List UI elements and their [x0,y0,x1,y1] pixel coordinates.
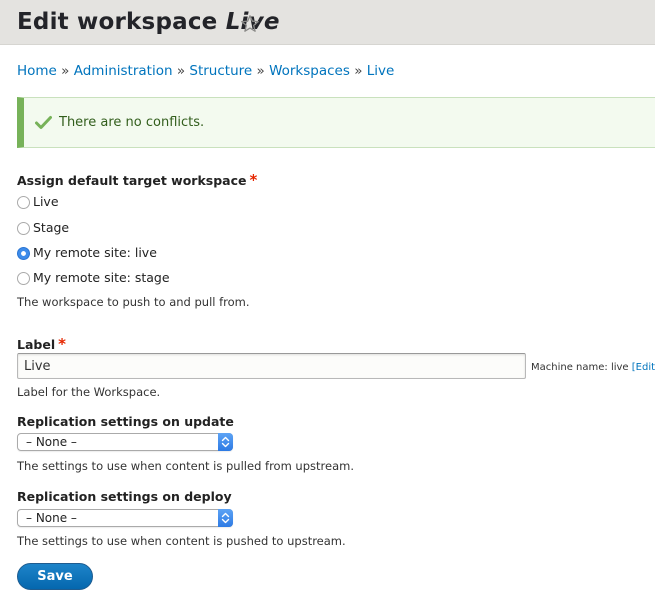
checkmark-icon [35,116,52,129]
radio-button[interactable] [17,222,30,235]
breadcrumb-separator: » [256,63,265,79]
page-title-prefix: Edit workspace [17,9,218,35]
breadcrumb-administration-link[interactable]: Administration [74,63,173,79]
select-value: – None – [26,435,77,449]
page-header: Edit workspace Live [0,0,655,45]
status-message-text: There are no conflicts. [59,115,205,130]
label-field-label-text: Label [17,337,56,352]
radio-label[interactable]: Stage [33,220,69,235]
required-marker: * [58,335,66,353]
machine-name: Machine name: live [Edit] [531,362,655,373]
star-outline-icon[interactable] [240,14,260,34]
breadcrumb-separator: » [61,63,70,79]
radio-button[interactable] [17,196,30,209]
label-input[interactable] [17,353,526,379]
replication-deploy-select[interactable]: – None – [17,509,233,527]
radio-button[interactable] [17,272,30,285]
replication-deploy-description: The settings to use when content is push… [17,534,346,548]
target-workspace-label: Assign default target workspace * [17,171,257,189]
breadcrumb-structure-link[interactable]: Structure [189,63,252,79]
replication-update-select[interactable]: – None – [17,433,233,451]
breadcrumb-live-link[interactable]: Live [367,63,395,79]
radio-label[interactable]: My remote site: live [33,245,157,260]
replication-update-label: Replication settings on update [17,414,234,429]
machine-name-text: Machine name: live [531,362,629,373]
radio-label[interactable]: Live [33,194,59,209]
required-marker: * [249,171,258,189]
select-value: – None – [26,511,77,525]
select-arrows-icon[interactable] [218,509,233,527]
replication-deploy-label: Replication settings on deploy [17,489,232,504]
radio-button-selected[interactable] [17,247,30,260]
replication-update-description: The settings to use when content is pull… [17,459,354,473]
breadcrumb-home-link[interactable]: Home [17,63,57,79]
label-field-label: Label * [17,335,66,353]
select-arrows-icon[interactable] [218,433,233,451]
target-workspace-description: The workspace to push to and pull from. [17,295,250,309]
label-description: Label for the Workspace. [17,385,161,399]
target-workspace-label-text: Assign default target workspace [17,173,247,188]
breadcrumb: Home » Administration » Structure » Work… [17,63,394,79]
status-message: There are no conflicts. [17,97,655,148]
breadcrumb-workspaces-link[interactable]: Workspaces [269,63,350,79]
radio-label[interactable]: My remote site: stage [33,270,170,285]
save-button[interactable]: Save [17,563,93,590]
breadcrumb-separator: » [354,63,363,79]
breadcrumb-separator: » [176,63,186,79]
machine-name-edit-link[interactable]: [Edit] [632,362,655,373]
